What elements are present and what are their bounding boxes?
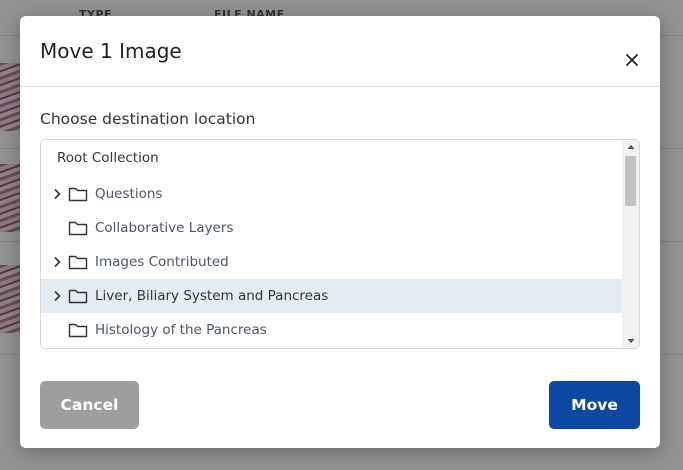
tree-item-label: Images Contributed [95,254,229,270]
cancel-button[interactable]: Cancel [40,381,139,429]
modal-header: Move 1 Image [20,16,660,87]
scroll-thumb[interactable] [625,156,636,206]
modal-title: Move 1 Image [40,39,182,63]
tree-root-item[interactable]: Root Collection [57,150,159,166]
folder-icon [68,289,88,304]
destination-tree: Root Collection Questions Collaborative … [40,139,640,349]
scroll-up-icon [627,145,634,149]
chevron-right-icon[interactable] [52,290,62,302]
destination-label: Choose destination location [40,110,256,128]
folder-icon [68,221,88,236]
scroll-down-button[interactable] [622,334,639,348]
scroll-up-button[interactable] [622,140,639,154]
folder-icon [68,323,88,338]
tree-item-collaborative-layers[interactable]: Collaborative Layers [41,211,622,245]
chevron-right-icon[interactable] [52,188,62,200]
tree-item-liver-biliary-pancreas[interactable]: Liver, Biliary System and Pancreas [41,279,622,313]
folder-icon [68,187,88,202]
tree-item-label: Collaborative Layers [95,220,234,236]
move-button[interactable]: Move [549,381,640,429]
tree-item-label: Questions [95,186,163,202]
tree-list: Root Collection Questions Collaborative … [41,140,622,348]
scroll-down-icon [627,339,634,343]
tree-scrollbar[interactable] [622,140,639,348]
move-image-dialog: Move 1 Image Choose destination location… [20,16,660,448]
folder-icon [68,255,88,270]
tree-item-questions[interactable]: Questions [41,177,622,211]
tree-item-label: Liver, Biliary System and Pancreas [95,288,329,304]
tree-item-images-contributed[interactable]: Images Contributed [41,245,622,279]
close-button[interactable] [624,52,640,68]
tree-item-label: Histology of the Pancreas [95,322,267,338]
close-icon [626,54,638,66]
chevron-right-icon[interactable] [52,256,62,268]
tree-item-histology-pancreas[interactable]: Histology of the Pancreas [41,313,622,347]
